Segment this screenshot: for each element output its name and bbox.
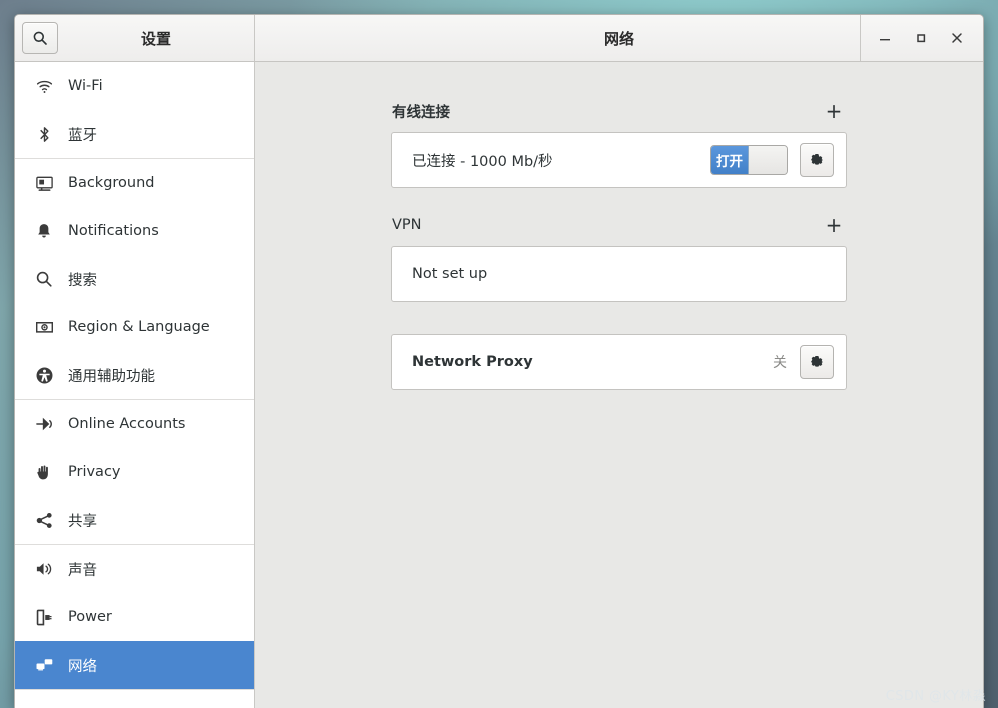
proxy-card: Network Proxy 关 [391, 334, 847, 390]
gear-icon [809, 152, 825, 168]
proxy-row[interactable]: Network Proxy 关 [392, 335, 846, 389]
sidebar-item-sharing[interactable]: 共享 [15, 496, 254, 544]
settings-window: 设置 网络 Wi-Fi 蓝牙 Background Notifications … [14, 14, 984, 708]
accessibility-icon [33, 364, 55, 386]
wired-toggle-switch[interactable]: 打开 [710, 145, 788, 175]
sidebar-item-background[interactable]: Background [15, 159, 254, 207]
background-icon [33, 172, 55, 194]
sidebar-item-label: 蓝牙 [68, 127, 97, 144]
sidebar-item-label: 搜索 [68, 272, 97, 289]
search-icon [32, 30, 48, 46]
desktop-background: 设置 网络 Wi-Fi 蓝牙 Background Notifications … [0, 0, 998, 708]
add-wired-button[interactable]: + [823, 100, 845, 122]
online-accounts-icon [33, 413, 55, 435]
network-panel-inner: 有线连接 + 已连接 - 1000 Mb/秒 打开 VPN + Not set … [391, 96, 847, 390]
wired-toggle-label: 打开 [711, 146, 749, 174]
maximize-button[interactable] [903, 20, 939, 56]
sidebar-item-label: Power [68, 609, 112, 625]
window-body: Wi-Fi 蓝牙 Background Notifications 搜索 Reg… [15, 62, 983, 708]
vpn-section-header: VPN + [391, 210, 847, 240]
region-language-icon [33, 316, 55, 338]
wired-toggle-slot [749, 146, 787, 174]
minimize-button[interactable] [867, 20, 903, 56]
wired-section-header: 有线连接 + [391, 96, 847, 126]
speaker-icon [33, 558, 55, 580]
search-icon [33, 268, 55, 290]
vpn-card: Not set up [391, 246, 847, 302]
sidebar-item-label: Online Accounts [68, 416, 186, 432]
sidebar-item-label: 通用辅助功能 [68, 368, 155, 385]
settings-sidebar[interactable]: Wi-Fi 蓝牙 Background Notifications 搜索 Reg… [15, 62, 255, 708]
sidebar-item-label: Region & Language [68, 319, 210, 335]
sidebar-item-wifi[interactable]: Wi-Fi [15, 62, 254, 110]
proxy-status: 关 [773, 355, 787, 371]
sidebar-item-label: 共享 [68, 513, 97, 530]
sidebar-item-label: Notifications [68, 223, 159, 239]
vpn-section-title: VPN [392, 217, 422, 233]
sidebar-item-label: 网络 [68, 658, 97, 675]
close-icon [952, 33, 962, 43]
sidebar-item-bluetooth[interactable]: 蓝牙 [15, 110, 254, 158]
wired-card: 已连接 - 1000 Mb/秒 打开 [391, 132, 847, 188]
bluetooth-icon [33, 123, 55, 145]
proxy-label: Network Proxy [412, 354, 533, 370]
vpn-status-label: Not set up [412, 266, 488, 282]
headerbar-right: 网络 [255, 15, 983, 61]
sidebar-item-sound[interactable]: 声音 [15, 545, 254, 593]
sidebar-item-label: Privacy [68, 464, 121, 480]
vpn-row[interactable]: Not set up [392, 247, 846, 301]
settings-title: 设置 [140, 29, 171, 48]
sidebar-item-notifications[interactable]: Notifications [15, 207, 254, 255]
gear-icon [809, 354, 825, 370]
close-button[interactable] [939, 20, 975, 56]
window-headerbar: 设置 网络 [15, 15, 983, 62]
sidebar-item-online-accounts[interactable]: Online Accounts [15, 400, 254, 448]
hand-icon [33, 461, 55, 483]
wired-section-title: 有线连接 [392, 104, 450, 121]
window-controls [860, 15, 983, 61]
search-button[interactable] [22, 22, 58, 54]
sidebar-item-privacy[interactable]: Privacy [15, 448, 254, 496]
sidebar-item-accessibility[interactable]: 通用辅助功能 [15, 351, 254, 399]
sidebar-item-partial[interactable] [15, 690, 254, 708]
sidebar-item-label: Wi-Fi [68, 78, 103, 94]
sidebar-item-label: Background [68, 175, 155, 191]
power-plug-icon [33, 606, 55, 628]
wifi-icon [33, 75, 55, 97]
headerbar-left: 设置 [15, 15, 255, 61]
network-icon [33, 654, 55, 676]
sidebar-item-network[interactable]: 网络 [15, 641, 254, 689]
wired-settings-button[interactable] [800, 143, 834, 177]
sidebar-item-search[interactable]: 搜索 [15, 255, 254, 303]
add-vpn-button[interactable]: + [823, 214, 845, 236]
share-icon [33, 509, 55, 531]
maximize-icon [917, 34, 926, 43]
headerbar-separator [860, 15, 861, 61]
sidebar-item-power[interactable]: Power [15, 593, 254, 641]
proxy-settings-button[interactable] [800, 345, 834, 379]
wired-row[interactable]: 已连接 - 1000 Mb/秒 打开 [392, 133, 846, 187]
network-panel: 有线连接 + 已连接 - 1000 Mb/秒 打开 VPN + Not set … [255, 62, 983, 708]
sidebar-item-region-language[interactable]: Region & Language [15, 303, 254, 351]
sidebar-item-label: 声音 [68, 562, 97, 579]
bell-icon [33, 220, 55, 242]
wired-status-label: 已连接 - 1000 Mb/秒 [412, 153, 553, 170]
minimize-icon [880, 39, 890, 41]
